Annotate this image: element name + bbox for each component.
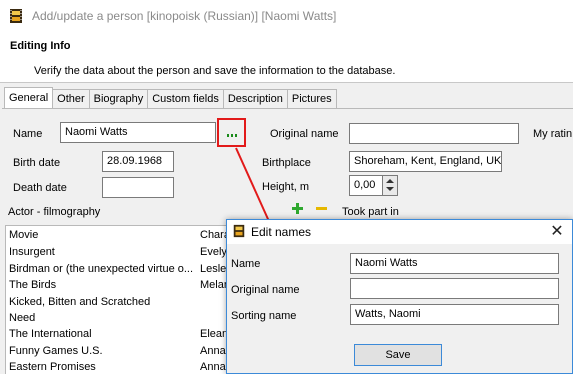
original-name-label: Original name bbox=[270, 128, 339, 140]
editing-info-panel: Editing Info Verify the data about the p… bbox=[0, 33, 573, 83]
spin-up-icon[interactable] bbox=[386, 179, 394, 183]
movie-title: The International bbox=[9, 328, 92, 340]
birth-date-label: Birth date bbox=[13, 157, 61, 169]
tab-pictures[interactable]: Pictures bbox=[286, 89, 337, 108]
close-icon[interactable]: ✕ bbox=[547, 222, 567, 242]
movie-title: Funny Games U.S. bbox=[9, 345, 103, 357]
height-label: Height, m bbox=[262, 181, 310, 193]
height-spinner[interactable] bbox=[382, 176, 397, 195]
dialog-original-name-field[interactable] bbox=[350, 278, 559, 299]
dialog-title: Edit names bbox=[251, 225, 312, 239]
filmography-label: Actor - filmography bbox=[8, 206, 101, 218]
editing-info-description: Verify the data about the person and sav… bbox=[34, 65, 396, 77]
movie-title: Eastern Promises bbox=[9, 361, 96, 373]
tab-biography[interactable]: Biography bbox=[88, 89, 149, 108]
dialog-name-field[interactable]: Naomi Watts bbox=[350, 253, 559, 274]
movie-title: Need bbox=[9, 312, 36, 324]
spin-down-icon[interactable] bbox=[386, 187, 394, 191]
death-date-label: Death date bbox=[13, 182, 67, 194]
birthplace-field[interactable]: Shoreham, Kent, England, UK bbox=[349, 151, 502, 172]
window-title: Add/update a person [kinopoisk (Russian)… bbox=[32, 9, 337, 23]
tab-custom-fields[interactable]: Custom fields bbox=[147, 89, 224, 108]
column-header-movie[interactable]: Movie bbox=[9, 229, 201, 241]
movie-title: Birdman or (the unexpected virtue o... bbox=[9, 263, 194, 275]
filmography-list[interactable]: Movie Chara Insurgent Evely Birdman or (… bbox=[5, 225, 230, 374]
dialog-name-label: Name bbox=[231, 258, 261, 270]
editing-info-title: Editing Info bbox=[10, 40, 71, 52]
dialog-sorting-name-field[interactable]: Watts, Naomi bbox=[350, 304, 559, 325]
movie-title: Insurgent bbox=[9, 246, 55, 258]
list-item[interactable]: Kicked, Bitten and Scratched bbox=[6, 295, 229, 311]
birthplace-label: Birthplace bbox=[262, 157, 311, 169]
death-date-field[interactable] bbox=[102, 177, 174, 198]
tab-strip: General Other Biography Custom fields De… bbox=[4, 87, 337, 109]
movie-title: The Birds bbox=[9, 279, 57, 291]
film-strip-icon bbox=[233, 224, 245, 238]
list-item[interactable]: Eastern Promises Anna bbox=[6, 360, 229, 374]
tab-other[interactable]: Other bbox=[52, 89, 90, 108]
name-field[interactable]: Naomi Watts bbox=[60, 122, 216, 143]
save-button[interactable]: Save bbox=[354, 344, 442, 366]
list-item[interactable]: Funny Games U.S. Anna bbox=[6, 344, 229, 360]
minus-icon[interactable] bbox=[316, 203, 327, 214]
edit-names-button[interactable] bbox=[217, 118, 246, 147]
dialog-original-name-label: Original name bbox=[231, 284, 300, 296]
ellipsis-icon bbox=[227, 134, 237, 137]
list-item[interactable]: The International Elean bbox=[6, 327, 229, 343]
took-part-label: Took part in bbox=[342, 206, 399, 218]
height-value: 0,00 bbox=[354, 179, 376, 191]
dialog-sorting-name-label: Sorting name bbox=[231, 310, 297, 322]
list-item[interactable]: Insurgent Evely bbox=[6, 245, 229, 261]
birth-date-field[interactable]: 28.09.1968 bbox=[102, 151, 174, 172]
name-label: Name bbox=[13, 128, 43, 140]
list-item[interactable]: The Birds Melan bbox=[6, 278, 229, 294]
tab-general[interactable]: General bbox=[4, 87, 54, 108]
plus-icon[interactable] bbox=[292, 203, 303, 214]
film-strip-icon bbox=[10, 9, 22, 23]
list-item[interactable]: Need bbox=[6, 311, 229, 327]
list-item[interactable]: Birdman or (the unexpected virtue o... L… bbox=[6, 262, 229, 278]
window-titlebar: Add/update a person [kinopoisk (Russian)… bbox=[0, 0, 573, 33]
movie-title: Kicked, Bitten and Scratched bbox=[9, 296, 151, 308]
my-rating-label: My ratin bbox=[533, 128, 573, 140]
tab-description[interactable]: Description bbox=[222, 89, 288, 108]
edit-names-dialog: Edit names ✕ Name Naomi Watts Original n… bbox=[226, 219, 573, 374]
dialog-titlebar: Edit names ✕ bbox=[227, 220, 572, 244]
original-name-field[interactable] bbox=[349, 123, 519, 144]
list-header: Movie Chara bbox=[6, 228, 229, 244]
